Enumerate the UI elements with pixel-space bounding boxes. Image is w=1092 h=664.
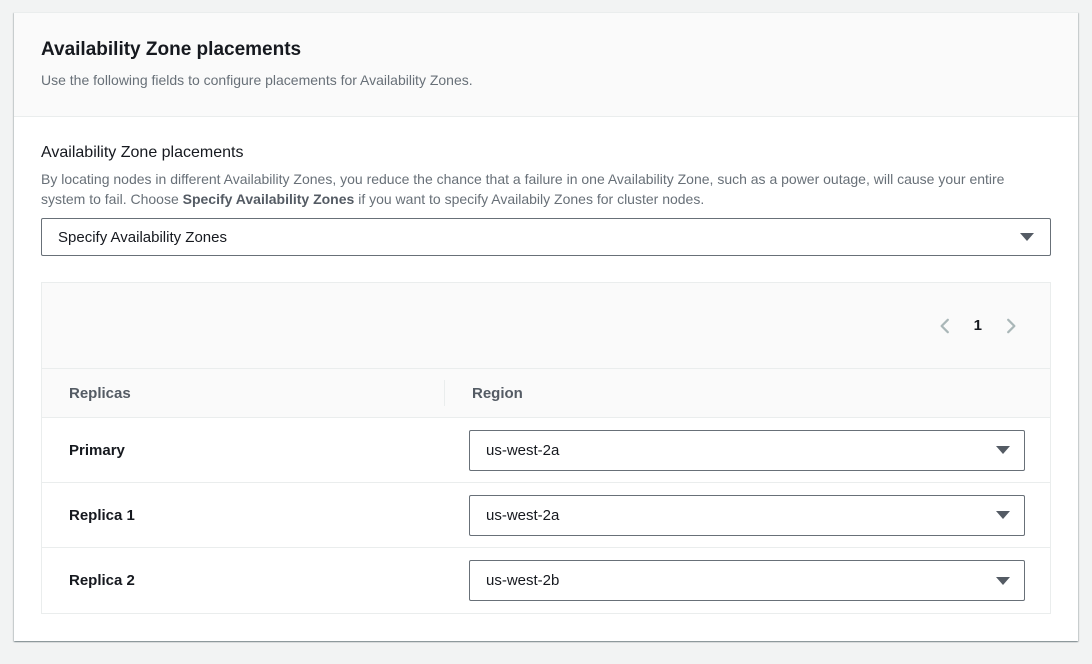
page-number-button[interactable]: 1 [970,315,986,336]
region-cell: us-west-2a [444,495,1050,536]
chevron-left-icon [936,317,954,335]
region-select-primary[interactable]: us-west-2a [469,430,1025,471]
replicas-table: 1 Replicas Region Primary us-west-2a [41,282,1051,614]
next-page-button[interactable] [1000,315,1022,337]
replica-label: Primary [42,442,444,459]
az-mode-select-value: Specify Availability Zones [58,229,227,246]
description-text-bold: Specify Availability Zones [183,191,355,207]
az-placement-field: Availability Zone placements By locating… [41,143,1051,256]
card-header: Availability Zone placements Use the fol… [14,13,1078,117]
card-body: Availability Zone placements By locating… [14,117,1078,641]
chevron-down-icon [1020,233,1034,241]
field-label: Availability Zone placements [41,143,1051,163]
region-cell: us-west-2b [444,560,1050,601]
description-text-end: if you want to specify Availabily Zones … [354,191,704,207]
region-select-replica-2[interactable]: us-west-2b [469,560,1025,601]
column-header-replicas: Replicas [42,385,444,402]
previous-page-button[interactable] [934,315,956,337]
region-select-replica-1[interactable]: us-west-2a [469,495,1025,536]
field-description: By locating nodes in different Availabil… [41,169,1041,209]
region-cell: us-west-2a [444,430,1050,471]
chevron-down-icon [996,577,1010,585]
table-row-replica-2: Replica 2 us-west-2b [42,548,1050,613]
table-row-replica-1: Replica 1 us-west-2a [42,483,1050,548]
column-header-region: Region [444,369,1050,417]
replica-label: Replica 2 [42,572,444,589]
chevron-down-icon [996,446,1010,454]
table-toolbar: 1 [42,283,1050,369]
chevron-right-icon [1002,317,1020,335]
availability-zone-placements-card: Availability Zone placements Use the fol… [14,12,1078,641]
region-select-value: us-west-2a [486,442,559,459]
az-mode-select[interactable]: Specify Availability Zones [41,218,1051,256]
pagination: 1 [934,315,1022,337]
region-select-value: us-west-2a [486,507,559,524]
table-header-row: Replicas Region [42,369,1050,418]
chevron-down-icon [996,511,1010,519]
replica-label: Replica 1 [42,507,444,524]
page-subtitle: Use the following fields to configure pl… [41,70,1051,90]
table-row-primary: Primary us-west-2a [42,418,1050,483]
region-select-value: us-west-2b [486,572,559,589]
page-title: Availability Zone placements [41,37,1051,63]
